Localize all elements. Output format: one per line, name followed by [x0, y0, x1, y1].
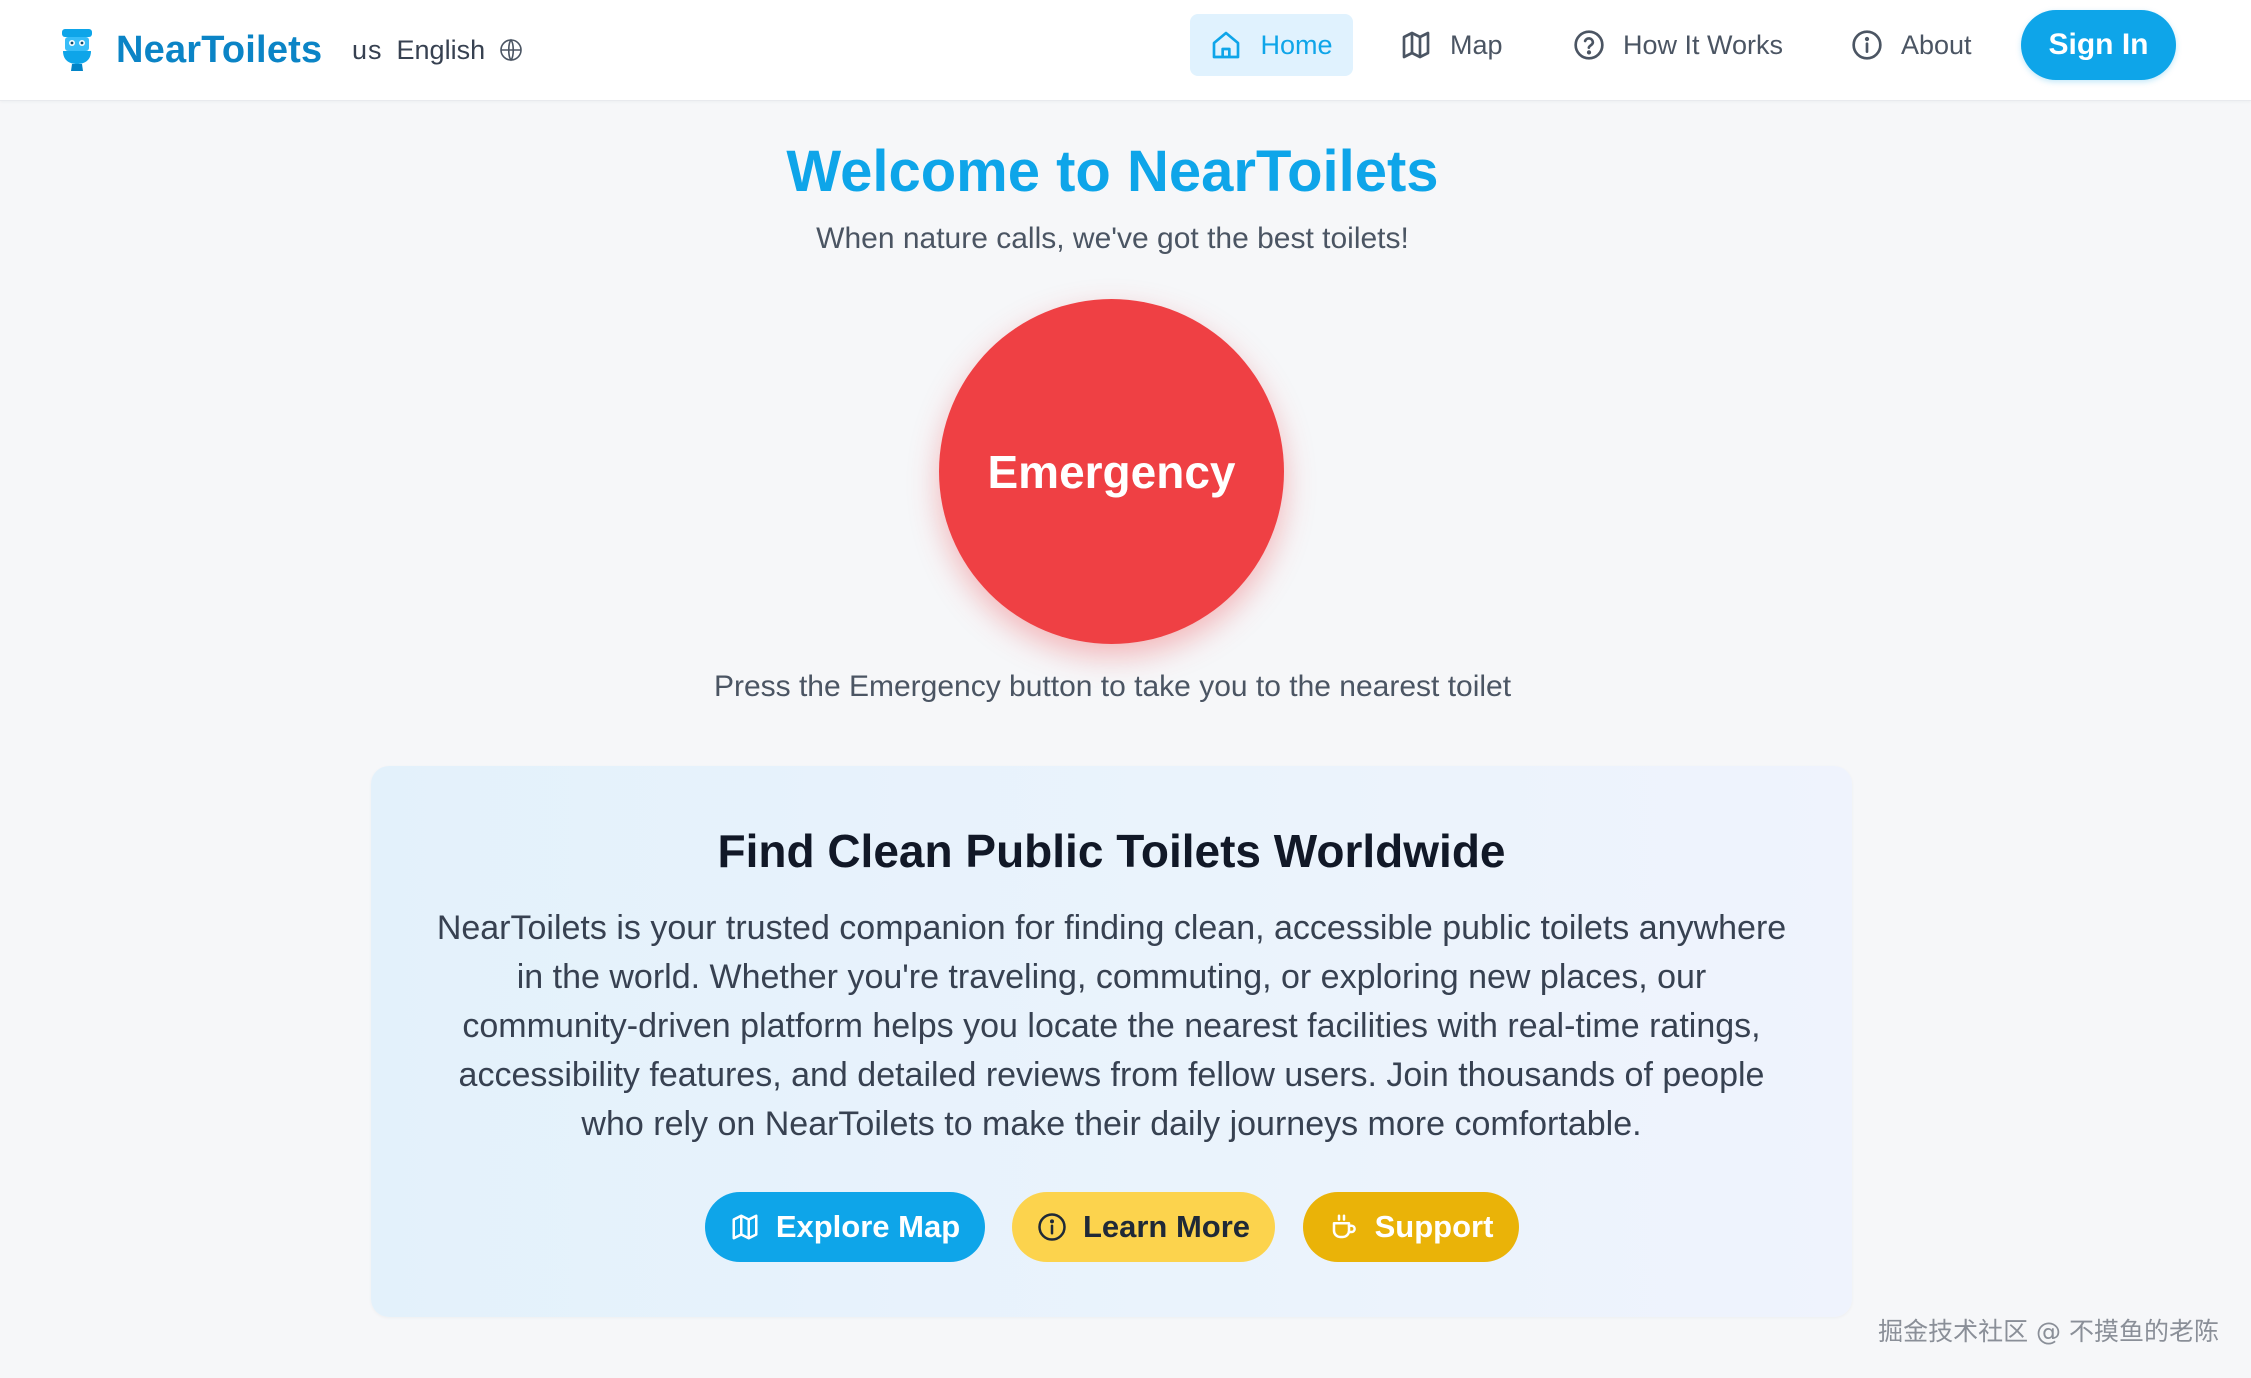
page-title: Welcome to NearToilets [786, 139, 1439, 204]
explore-map-label: Explore Map [775, 1209, 961, 1244]
info-icon [1038, 1213, 1066, 1241]
learn-more-label: Learn More [1082, 1209, 1251, 1244]
sign-in-button[interactable]: Sign In [2021, 10, 2176, 80]
map-icon [1402, 31, 1430, 59]
coffee-icon [1332, 1214, 1356, 1239]
emergency-button[interactable]: Emergency [939, 299, 1284, 644]
globe-icon [500, 38, 522, 62]
help-circle-icon [1574, 30, 1604, 60]
nav-how-it-works[interactable]: How It Works [1573, 14, 1783, 76]
home-icon [1213, 31, 1240, 59]
emergency-label: Emergency [987, 445, 1236, 498]
support-button[interactable]: Support [1303, 1192, 1519, 1262]
map-icon [732, 1214, 758, 1240]
watermark: 掘金技术社区 @ 不摸鱼的老陈 [1878, 1317, 2219, 1346]
nav-map[interactable]: Map [1400, 14, 1503, 76]
language-label: English [396, 34, 486, 65]
language-selector[interactable]: us English [352, 26, 523, 74]
emergency-hint: Press the Emergency button to take you t… [713, 670, 1512, 703]
info-icon [1852, 30, 1882, 60]
nav-home[interactable]: Home [1190, 14, 1353, 76]
brand-name: NearToilets [116, 28, 323, 71]
explore-map-button[interactable]: Explore Map [705, 1192, 985, 1262]
nav-about[interactable]: About [1851, 14, 1972, 76]
learn-more-button[interactable]: Learn More [1012, 1192, 1275, 1262]
toilet-logo-icon [62, 29, 92, 71]
support-label: Support [1374, 1209, 1494, 1244]
feature-title: Find Clean Public Toilets Worldwide [717, 825, 1506, 877]
nav-home-label: Home [1260, 29, 1333, 60]
top-navbar: NearToilets us English Home Map How It W… [0, 0, 2251, 101]
feature-card: Find Clean Public Toilets Worldwide Near… [371, 766, 1852, 1317]
brand[interactable]: NearToilets [58, 20, 322, 80]
nav-how-it-works-label: How It Works [1623, 29, 1784, 60]
feature-description: NearToilets is your trusted companion fo… [436, 909, 1787, 1143]
nav-map-label: Map [1450, 29, 1503, 60]
page-subtitle: When nature calls, we've got the best to… [816, 222, 1409, 255]
flag-label: us [352, 34, 383, 65]
nav-about-label: About [1901, 29, 1972, 60]
